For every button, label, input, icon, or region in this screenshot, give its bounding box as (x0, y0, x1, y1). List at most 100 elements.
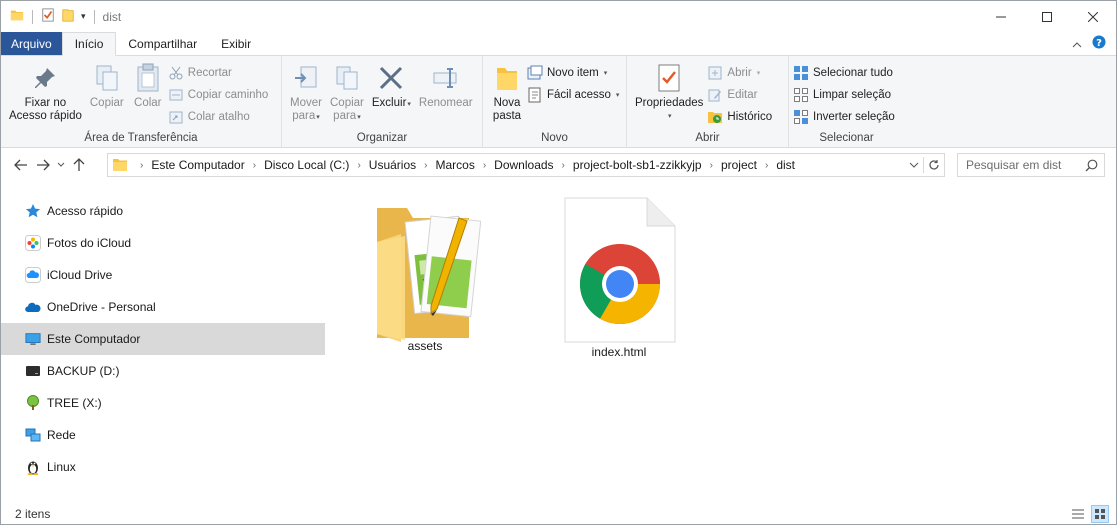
move-to-label-1: Mover (290, 97, 322, 109)
sidebar-item-este-computador[interactable]: Este Computador (1, 323, 325, 355)
search-icon[interactable] (1085, 159, 1098, 172)
new-item-button[interactable]: Novo item ▾ (527, 63, 619, 82)
delete-button[interactable]: Excluir▾ (368, 60, 415, 113)
properties-small-icon[interactable] (41, 8, 55, 25)
sidebar-item-icloud-drive[interactable]: iCloud Drive (1, 259, 325, 291)
sidebar-item-backup[interactable]: BACKUP (D:) (1, 355, 325, 387)
breadcrumb-project[interactable]: project (721, 158, 757, 172)
new-folder-label-1: Nova (493, 97, 521, 109)
cut-button[interactable]: Recortar (168, 63, 269, 82)
folder-location-icon (112, 158, 128, 172)
copy-button[interactable]: Copiar (86, 60, 128, 112)
large-icons-view-button[interactable] (1091, 505, 1109, 523)
breadcrumb-separator[interactable]: › (357, 160, 360, 171)
paste-button[interactable]: Colar (128, 60, 168, 112)
tab-share[interactable]: Compartilhar (116, 32, 209, 55)
close-button[interactable] (1070, 1, 1116, 32)
sidebar-item-rede[interactable]: Rede (1, 419, 325, 451)
breadcrumb-disco-local[interactable]: Disco Local (C:) (264, 158, 349, 172)
minimize-icon (996, 16, 1006, 17)
invert-selection-button[interactable]: Inverter seleção (793, 107, 895, 126)
collapse-ribbon-icon[interactable] (1072, 37, 1082, 51)
file-name: assets (407, 339, 443, 353)
qat-dropdown-icon[interactable]: ▾ (81, 11, 86, 22)
sidebar-item-fotos-icloud[interactable]: Fotos do iCloud (1, 227, 325, 259)
group-label-select: Selecionar (819, 132, 874, 144)
select-all-button[interactable]: Selecionar tudo (793, 63, 895, 82)
breadcrumb-separator[interactable]: › (483, 160, 486, 171)
drive-icon (25, 363, 41, 379)
refresh-icon[interactable] (928, 159, 940, 171)
file-item-assets[interactable]: assets (365, 202, 485, 353)
select-small-buttons: Selecionar tudo Limpar seleção Inverter … (793, 60, 895, 126)
copy-to-button[interactable]: Copiar para▾ (326, 60, 368, 126)
edit-button[interactable]: Editar (707, 85, 772, 104)
copy-path-button[interactable]: Copiar caminho (168, 85, 268, 104)
onedrive-icon (25, 299, 41, 315)
tab-file[interactable]: Arquivo (1, 32, 62, 55)
icloud-photos-icon (25, 235, 41, 251)
pin-quick-access-button[interactable]: Fixar no Acesso rápido (5, 60, 86, 125)
move-to-button[interactable]: Mover para▾ (286, 60, 326, 126)
recent-locations-button[interactable] (54, 154, 68, 176)
sidebar-item-onedrive[interactable]: OneDrive - Personal (1, 291, 325, 323)
sidebar-item-tree[interactable]: TREE (X:) (1, 387, 325, 419)
easy-access-button[interactable]: Fácil acesso ▾ (527, 85, 619, 104)
address-bar[interactable]: › Este Computador › Disco Local (C:) › U… (107, 153, 945, 177)
breadcrumb-project-bolt[interactable]: project-bolt-sb1-zzikkyjp (573, 158, 702, 172)
properties-button[interactable]: Propriedades ▾ (631, 60, 707, 125)
sidebar-item-acesso-rapido[interactable]: Acesso rápido (1, 195, 325, 227)
rename-button[interactable]: Renomear (415, 60, 477, 112)
tab-view[interactable]: Exibir (209, 32, 263, 55)
back-button[interactable] (10, 154, 32, 176)
address-history-dropdown-icon[interactable] (909, 162, 919, 168)
breadcrumb-separator[interactable]: › (253, 160, 256, 171)
sidebar-item-label: Acesso rápido (47, 204, 124, 218)
paste-icon (132, 62, 164, 94)
sidebar-item-linux[interactable]: Linux (1, 451, 325, 483)
up-button[interactable] (68, 154, 90, 176)
svg-text:?: ? (1096, 38, 1102, 49)
invert-selection-label: Inverter seleção (813, 110, 895, 123)
navigation-bar: › Este Computador › Disco Local (C:) › U… (1, 148, 1116, 182)
properties-dropdown-icon: ▾ (667, 113, 672, 120)
star-icon (25, 203, 41, 219)
separator (93, 9, 95, 24)
new-folder-small-icon[interactable] (61, 8, 75, 25)
new-folder-icon (491, 62, 523, 94)
search-box[interactable]: Pesquisar em dist (957, 153, 1105, 177)
tab-home[interactable]: Início (61, 32, 117, 56)
breadcrumb-usuarios[interactable]: Usuários (369, 158, 416, 172)
folder-icon (369, 202, 482, 345)
edit-label: Editar (727, 88, 758, 101)
breadcrumb-este-computador[interactable]: Este Computador (151, 158, 244, 172)
new-folder-button[interactable]: Nova pasta (487, 60, 527, 125)
breadcrumb-downloads[interactable]: Downloads (494, 158, 553, 172)
up-arrow-icon (73, 158, 85, 171)
group-label-open: Abrir (695, 132, 720, 144)
minimize-button[interactable] (978, 1, 1024, 32)
computer-icon (25, 331, 41, 347)
help-icon[interactable]: ? (1092, 35, 1106, 52)
forward-button[interactable] (32, 154, 54, 176)
select-all-label: Selecionar tudo (813, 66, 893, 79)
breadcrumb-separator[interactable]: › (562, 160, 565, 171)
select-none-button[interactable]: Limpar seleção (793, 85, 895, 104)
history-button[interactable]: Histórico (707, 107, 772, 126)
breadcrumb-separator[interactable]: › (710, 160, 713, 171)
open-button[interactable]: Abrir ▾ (707, 63, 772, 82)
new-small-buttons: Novo item ▾ Fácil acesso ▾ (527, 60, 619, 104)
pin-icon (29, 62, 61, 94)
breadcrumb-separator[interactable]: › (424, 160, 427, 171)
breadcrumb-dist[interactable]: dist (776, 158, 795, 172)
paste-shortcut-button[interactable]: Colar atalho (168, 107, 269, 126)
breadcrumb-marcos[interactable]: Marcos (435, 158, 474, 172)
breadcrumb-separator[interactable]: › (765, 160, 768, 171)
file-item-index-html[interactable]: index.html (559, 196, 679, 359)
paste-shortcut-label: Colar atalho (187, 110, 250, 123)
details-view-button[interactable] (1070, 506, 1086, 522)
copy-to-label-1: Copiar (330, 97, 364, 109)
properties-label: Propriedades (635, 97, 704, 109)
cut-label: Recortar (187, 66, 232, 79)
maximize-button[interactable] (1024, 1, 1070, 32)
